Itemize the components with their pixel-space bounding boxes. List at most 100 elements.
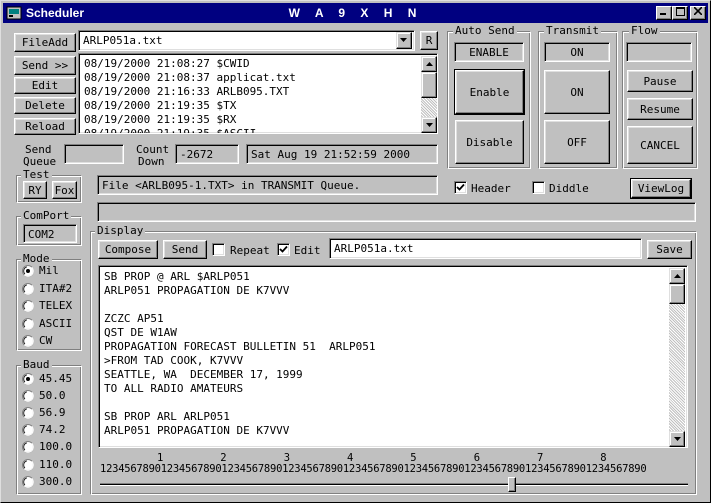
compose-button[interactable]: Compose (98, 240, 158, 259)
queue-item[interactable]: 08/19/2000 21:19:35 $ASCII (81, 127, 419, 133)
queue-list[interactable]: 08/19/2000 21:08:27 $CWID 08/19/2000 21:0… (78, 53, 438, 134)
file-select-dropdown-button[interactable] (396, 32, 412, 49)
radio-label: CW (39, 334, 53, 347)
transmit-status-text: ON (570, 46, 584, 59)
radio-button[interactable] (22, 265, 34, 277)
chevron-down-icon (400, 38, 407, 42)
mode-option[interactable]: ASCII (22, 317, 78, 331)
maximize-button[interactable] (672, 6, 688, 20)
flow-status (626, 42, 692, 62)
mode-option[interactable]: Mil (22, 264, 78, 278)
maximize-icon (675, 7, 685, 16)
radio-button[interactable] (22, 441, 34, 454)
display-text-line: SB PROP @ ARL $ARLP051 (104, 270, 250, 283)
radio-selected-icon (22, 265, 34, 277)
repeat-checkbox[interactable] (212, 243, 225, 256)
cancel-button[interactable]: CANCEL (627, 126, 693, 164)
radio-button[interactable] (22, 300, 34, 312)
baud-option[interactable]: 74.2 (22, 423, 78, 437)
enable-button[interactable]: Enable (454, 69, 525, 115)
radio-button[interactable] (22, 407, 34, 420)
radio-empty-icon (22, 300, 34, 312)
scheduler-window: Scheduler W A 9 X H N FileAdd Send >> Ed… (0, 0, 711, 503)
pause-button[interactable]: Pause (627, 70, 693, 92)
mode-option[interactable]: TELEX (22, 299, 78, 313)
queue-scroll-up[interactable] (421, 56, 437, 72)
delete-button[interactable]: Delete (14, 97, 76, 114)
display-scroll-thumb[interactable] (669, 284, 685, 304)
display-scroll-down[interactable] (669, 431, 685, 447)
arrow-up-icon (673, 274, 681, 278)
r-button[interactable]: R (420, 31, 438, 50)
baud-option[interactable]: 50.0 (22, 389, 78, 403)
baud-option[interactable]: 45.45 (22, 372, 78, 386)
radio-empty-icon (22, 317, 34, 330)
radio-selected-icon (22, 373, 34, 385)
display-text-area[interactable]: SB PROP @ ARL $ARLP051 ARLP051 PROPAGATIO… (98, 265, 688, 448)
title-bar[interactable]: Scheduler W A 9 X H N (3, 3, 708, 23)
display-text-line: ARLP051 PROPAGATION DE K7VVV (104, 284, 290, 297)
close-button[interactable] (690, 6, 706, 20)
queue-scrollbar[interactable] (421, 56, 437, 133)
queue-scroll-thumb[interactable] (421, 72, 437, 98)
close-icon (693, 6, 703, 16)
display-text-line: TO ALL RADIO AMATEURS (104, 382, 244, 395)
queue-item[interactable]: 08/19/2000 21:08:27 $CWID (81, 57, 419, 71)
file-select[interactable]: ARLP051a.txt (78, 30, 415, 51)
save-button[interactable]: Save (647, 240, 692, 259)
baud-option[interactable]: 300.0 (22, 475, 78, 489)
auto-send-status-text: ENABLE (469, 46, 509, 59)
baud-option[interactable]: 110.0 (22, 458, 78, 472)
display-filename-input[interactable]: ARLP051a.txt (329, 238, 642, 259)
display-text-line: ARLP051 PROPAGATION DE K7VVV (104, 424, 290, 437)
edit-button[interactable]: Edit (14, 77, 76, 94)
queue-item[interactable]: 08/19/2000 21:19:35 $TX (81, 99, 419, 113)
radio-empty-icon (22, 424, 34, 437)
radio-empty-icon (22, 441, 34, 454)
header-label: Header (471, 182, 511, 195)
radio-button[interactable] (22, 282, 34, 295)
queue-item[interactable]: 08/19/2000 21:08:37 applicat.txt (81, 71, 419, 85)
transmit-off-button[interactable]: OFF (544, 120, 610, 164)
disable-button[interactable]: Disable (455, 120, 524, 164)
reload-button[interactable]: Reload (14, 118, 76, 135)
ry-button[interactable]: RY (23, 181, 47, 199)
header-checkbox[interactable] (454, 181, 467, 194)
minimize-button[interactable] (656, 6, 672, 20)
display-scroll-up[interactable] (669, 268, 685, 284)
radio-button[interactable] (22, 475, 34, 488)
column-slider-thumb[interactable] (508, 477, 516, 492)
display-send-button[interactable]: Send (163, 240, 207, 259)
mode-option[interactable]: ITA#2 (22, 282, 78, 296)
column-slider-track[interactable] (100, 483, 688, 486)
queue-item[interactable]: 08/19/2000 21:16:33 ARLB095.TXT (81, 85, 419, 99)
test-title: Test (21, 168, 52, 181)
edit-checkbox[interactable] (277, 243, 290, 256)
queue-scroll-down[interactable] (421, 117, 437, 133)
radio-button[interactable] (22, 335, 34, 347)
baud-option[interactable]: 56.9 (22, 406, 78, 420)
viewlog-button[interactable]: ViewLog (630, 178, 692, 199)
radio-label: ASCII (39, 316, 73, 330)
queue-item[interactable]: 08/19/2000 21:19:35 $RX (81, 113, 419, 127)
radio-label: 45.45 (39, 372, 73, 385)
display-scrollbar[interactable] (669, 268, 685, 447)
radio-label: TELEX (39, 299, 73, 312)
file-select-value: ARLP051a.txt (83, 34, 163, 47)
fileadd-button[interactable]: FileAdd (14, 33, 76, 52)
fox-button[interactable]: Fox (52, 181, 77, 199)
mode-option[interactable]: CW (22, 334, 78, 348)
radio-button[interactable] (22, 390, 34, 403)
count-down-value: -2672 (180, 148, 214, 161)
radio-button[interactable] (22, 373, 34, 385)
radio-button[interactable] (22, 317, 34, 330)
baud-option[interactable]: 100.0 (22, 440, 78, 454)
send-button[interactable]: Send >> (14, 56, 76, 75)
transmit-on-button[interactable]: ON (544, 70, 610, 114)
resume-button[interactable]: Resume (627, 98, 693, 120)
diddle-checkbox[interactable] (532, 181, 545, 194)
radio-button[interactable] (22, 458, 34, 471)
flow-title: Flow (629, 24, 660, 37)
radio-empty-icon (22, 407, 34, 420)
radio-button[interactable] (22, 424, 34, 437)
